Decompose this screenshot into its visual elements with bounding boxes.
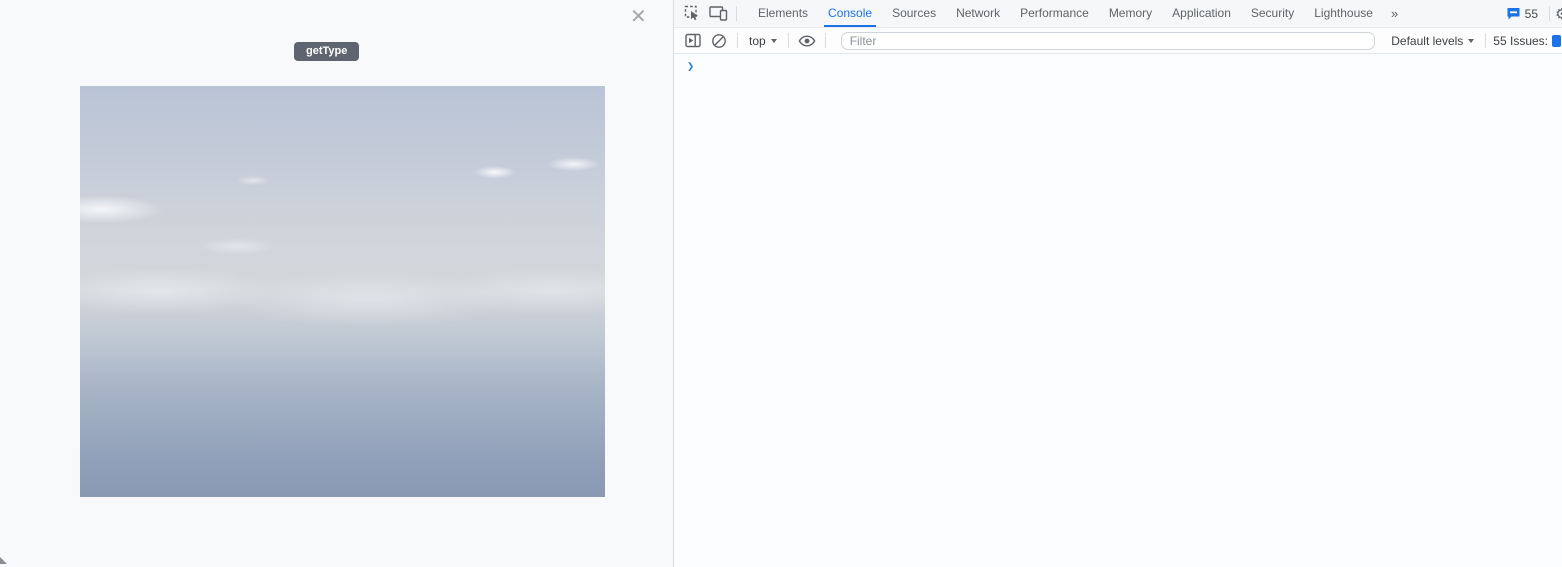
issues-icon[interactable] [1552,35,1561,47]
console-filter-input[interactable] [841,32,1376,50]
toolbar-divider [1485,33,1486,48]
devtools-panel: ElementsConsoleSourcesNetworkPerformance… [674,0,1562,567]
log-levels-label: Default levels [1391,34,1463,48]
console-messages-icon[interactable] [1506,7,1521,21]
console-output-area[interactable]: ❯ [674,54,1562,567]
close-icon[interactable]: ✕ [630,5,647,29]
tab-lighthouse[interactable]: Lighthouse [1304,0,1383,27]
sky-preview-image[interactable] [80,86,605,497]
toolbar-divider [788,33,789,48]
tab-console[interactable]: Console [818,0,882,27]
issues-counter[interactable]: 55 Issues: [1493,34,1548,48]
console-prompt-row[interactable]: ❯ [674,54,1562,78]
console-sidebar-icon[interactable] [680,28,706,53]
console-toolbar: top Default levels 55 Issues: [674,28,1562,54]
browser-viewport: ✕ getType ElementsConsoleSourcesNetworkP… [0,0,1562,567]
toolbar-divider [736,6,737,21]
cursor-artifact [0,557,7,564]
tab-network[interactable]: Network [946,0,1010,27]
live-expression-eye-icon[interactable] [794,28,820,53]
chevron-down-icon [771,39,777,43]
devtools-tabbar: ElementsConsoleSourcesNetworkPerformance… [674,0,1562,28]
tab-sources[interactable]: Sources [882,0,946,27]
clear-console-icon[interactable] [706,28,732,53]
page-pane: ✕ getType [0,0,674,567]
tab-security[interactable]: Security [1241,0,1304,27]
toolbar-divider [737,33,738,48]
gettype-button[interactable]: getType [294,42,359,61]
inspect-element-icon[interactable] [679,1,705,26]
context-label: top [749,34,766,48]
tab-performance[interactable]: Performance [1010,0,1099,27]
tabbar-right-group: 55 ⚙ [1506,5,1562,23]
devtools-tabs: ElementsConsoleSourcesNetworkPerformance… [748,0,1383,27]
settings-gear-icon[interactable]: ⚙ [1555,5,1562,23]
toolbar-divider [1549,6,1550,21]
tab-elements[interactable]: Elements [748,0,818,27]
more-tabs-icon[interactable]: » [1383,6,1407,21]
tab-application[interactable]: Application [1162,0,1241,27]
tab-memory[interactable]: Memory [1099,0,1162,27]
messages-count: 55 [1525,7,1538,21]
device-toolbar-icon[interactable] [705,1,731,26]
log-levels-selector[interactable]: Default levels [1385,34,1480,48]
console-prompt-chevron-icon: ❯ [687,59,694,73]
toolbar-divider [825,33,826,48]
context-selector[interactable]: top [743,34,783,48]
chevron-down-icon [1468,39,1474,43]
